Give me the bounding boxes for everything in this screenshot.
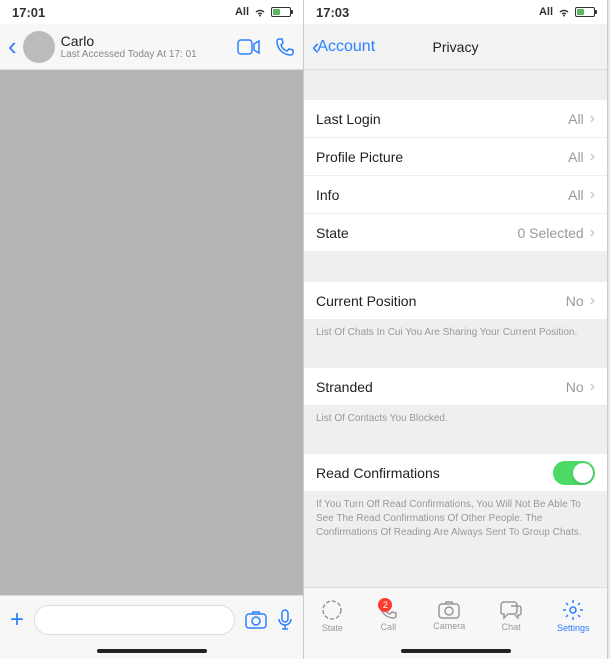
row-current-position[interactable]: Current Position No › (304, 282, 607, 320)
row-last-login[interactable]: Last Login All › (304, 100, 607, 138)
home-indicator (0, 643, 303, 659)
tab-label: Camera (433, 621, 465, 631)
status-indicators: All (235, 6, 291, 18)
status-indicators: All (539, 6, 595, 18)
row-value: No (566, 379, 584, 395)
row-description: If You Turn Off Read Confirmations, You … (304, 492, 607, 546)
row-stranded[interactable]: Stranded No › (304, 368, 607, 406)
chat-header: ‹ Carlo Last Accessed Today At 17: 01 (0, 24, 303, 70)
settings-body[interactable]: Last Login All › Profile Picture All › I… (304, 70, 607, 587)
tab-camera[interactable]: Camera (433, 601, 465, 631)
tab-label: Settings (557, 623, 590, 633)
avatar[interactable] (23, 31, 55, 63)
chevron-right-icon: › (590, 378, 595, 396)
row-state[interactable]: State 0 Selected › (304, 214, 607, 252)
chevron-right-icon: › (590, 186, 595, 204)
tab-settings[interactable]: Settings (557, 599, 590, 633)
row-label: Read Confirmations (316, 465, 553, 481)
chat-status: Last Accessed Today At 17: 01 (61, 49, 237, 60)
tab-label: Call (381, 622, 397, 632)
row-profile-picture[interactable]: Profile Picture All › (304, 138, 607, 176)
row-label: Last Login (316, 111, 568, 127)
phone-call-icon[interactable] (275, 37, 295, 57)
tab-call[interactable]: 2 Call (378, 600, 398, 632)
row-info[interactable]: Info All › (304, 176, 607, 214)
row-value: All (568, 149, 584, 165)
back-label: Account (317, 38, 375, 56)
attach-icon[interactable]: + (10, 606, 24, 634)
chat-screen: 17:01 All ‹ Carlo Last Accessed Today At… (0, 0, 304, 659)
tab-label: State (322, 623, 343, 633)
back-icon[interactable]: ‹ (8, 31, 17, 62)
mic-icon[interactable] (277, 609, 293, 631)
row-description: List Of Contacts You Blocked. (304, 406, 607, 432)
battery-icon (271, 7, 291, 17)
chevron-right-icon: › (590, 148, 595, 166)
privacy-settings-screen: 17:03 All ‹ Account Privacy Last Login A… (304, 0, 608, 659)
network-label: All (235, 6, 249, 18)
settings-header: ‹ Account Privacy (304, 24, 607, 70)
chevron-right-icon: › (590, 292, 595, 310)
battery-icon (575, 7, 595, 17)
row-description: List Of Chats In Cui You Are Sharing You… (304, 320, 607, 346)
message-input[interactable] (34, 605, 235, 635)
row-value: No (566, 293, 584, 309)
status-bar: 17:01 All (0, 0, 303, 24)
row-label: Current Position (316, 293, 566, 309)
tab-chat[interactable]: Chat (500, 600, 522, 632)
gear-icon (562, 599, 584, 621)
row-label: State (316, 225, 518, 241)
row-read-confirmations: Read Confirmations (304, 454, 607, 492)
wifi-icon (557, 7, 571, 17)
chat-body[interactable] (0, 70, 303, 595)
status-time: 17:01 (12, 5, 45, 20)
status-bar: 17:03 All (304, 0, 607, 24)
chat-input-bar: + (0, 595, 303, 643)
tab-bar: State 2 Call Camera Chat Settings (304, 587, 607, 643)
row-value: All (568, 111, 584, 127)
tab-state[interactable]: State (321, 599, 343, 633)
home-indicator (304, 643, 607, 659)
row-value: All (568, 187, 584, 203)
row-label: Profile Picture (316, 149, 568, 165)
state-icon (321, 599, 343, 621)
call-badge: 2 (378, 598, 392, 612)
camera-icon (438, 601, 460, 619)
read-confirmations-toggle[interactable] (553, 461, 595, 485)
status-time: 17:03 (316, 5, 349, 20)
back-button[interactable]: ‹ Account (312, 34, 375, 60)
row-label: Info (316, 187, 568, 203)
network-label: All (539, 6, 553, 18)
camera-icon[interactable] (245, 611, 267, 629)
row-label: Stranded (316, 379, 566, 395)
chevron-right-icon: › (590, 110, 595, 128)
chat-name: Carlo (61, 33, 237, 49)
tab-label: Chat (502, 622, 521, 632)
chevron-right-icon: › (590, 224, 595, 242)
page-title: Privacy (433, 39, 479, 55)
chat-icon (500, 600, 522, 620)
video-call-icon[interactable] (237, 39, 261, 55)
chat-info[interactable]: Carlo Last Accessed Today At 17: 01 (61, 33, 237, 60)
row-value: 0 Selected (518, 225, 584, 241)
wifi-icon (253, 7, 267, 17)
